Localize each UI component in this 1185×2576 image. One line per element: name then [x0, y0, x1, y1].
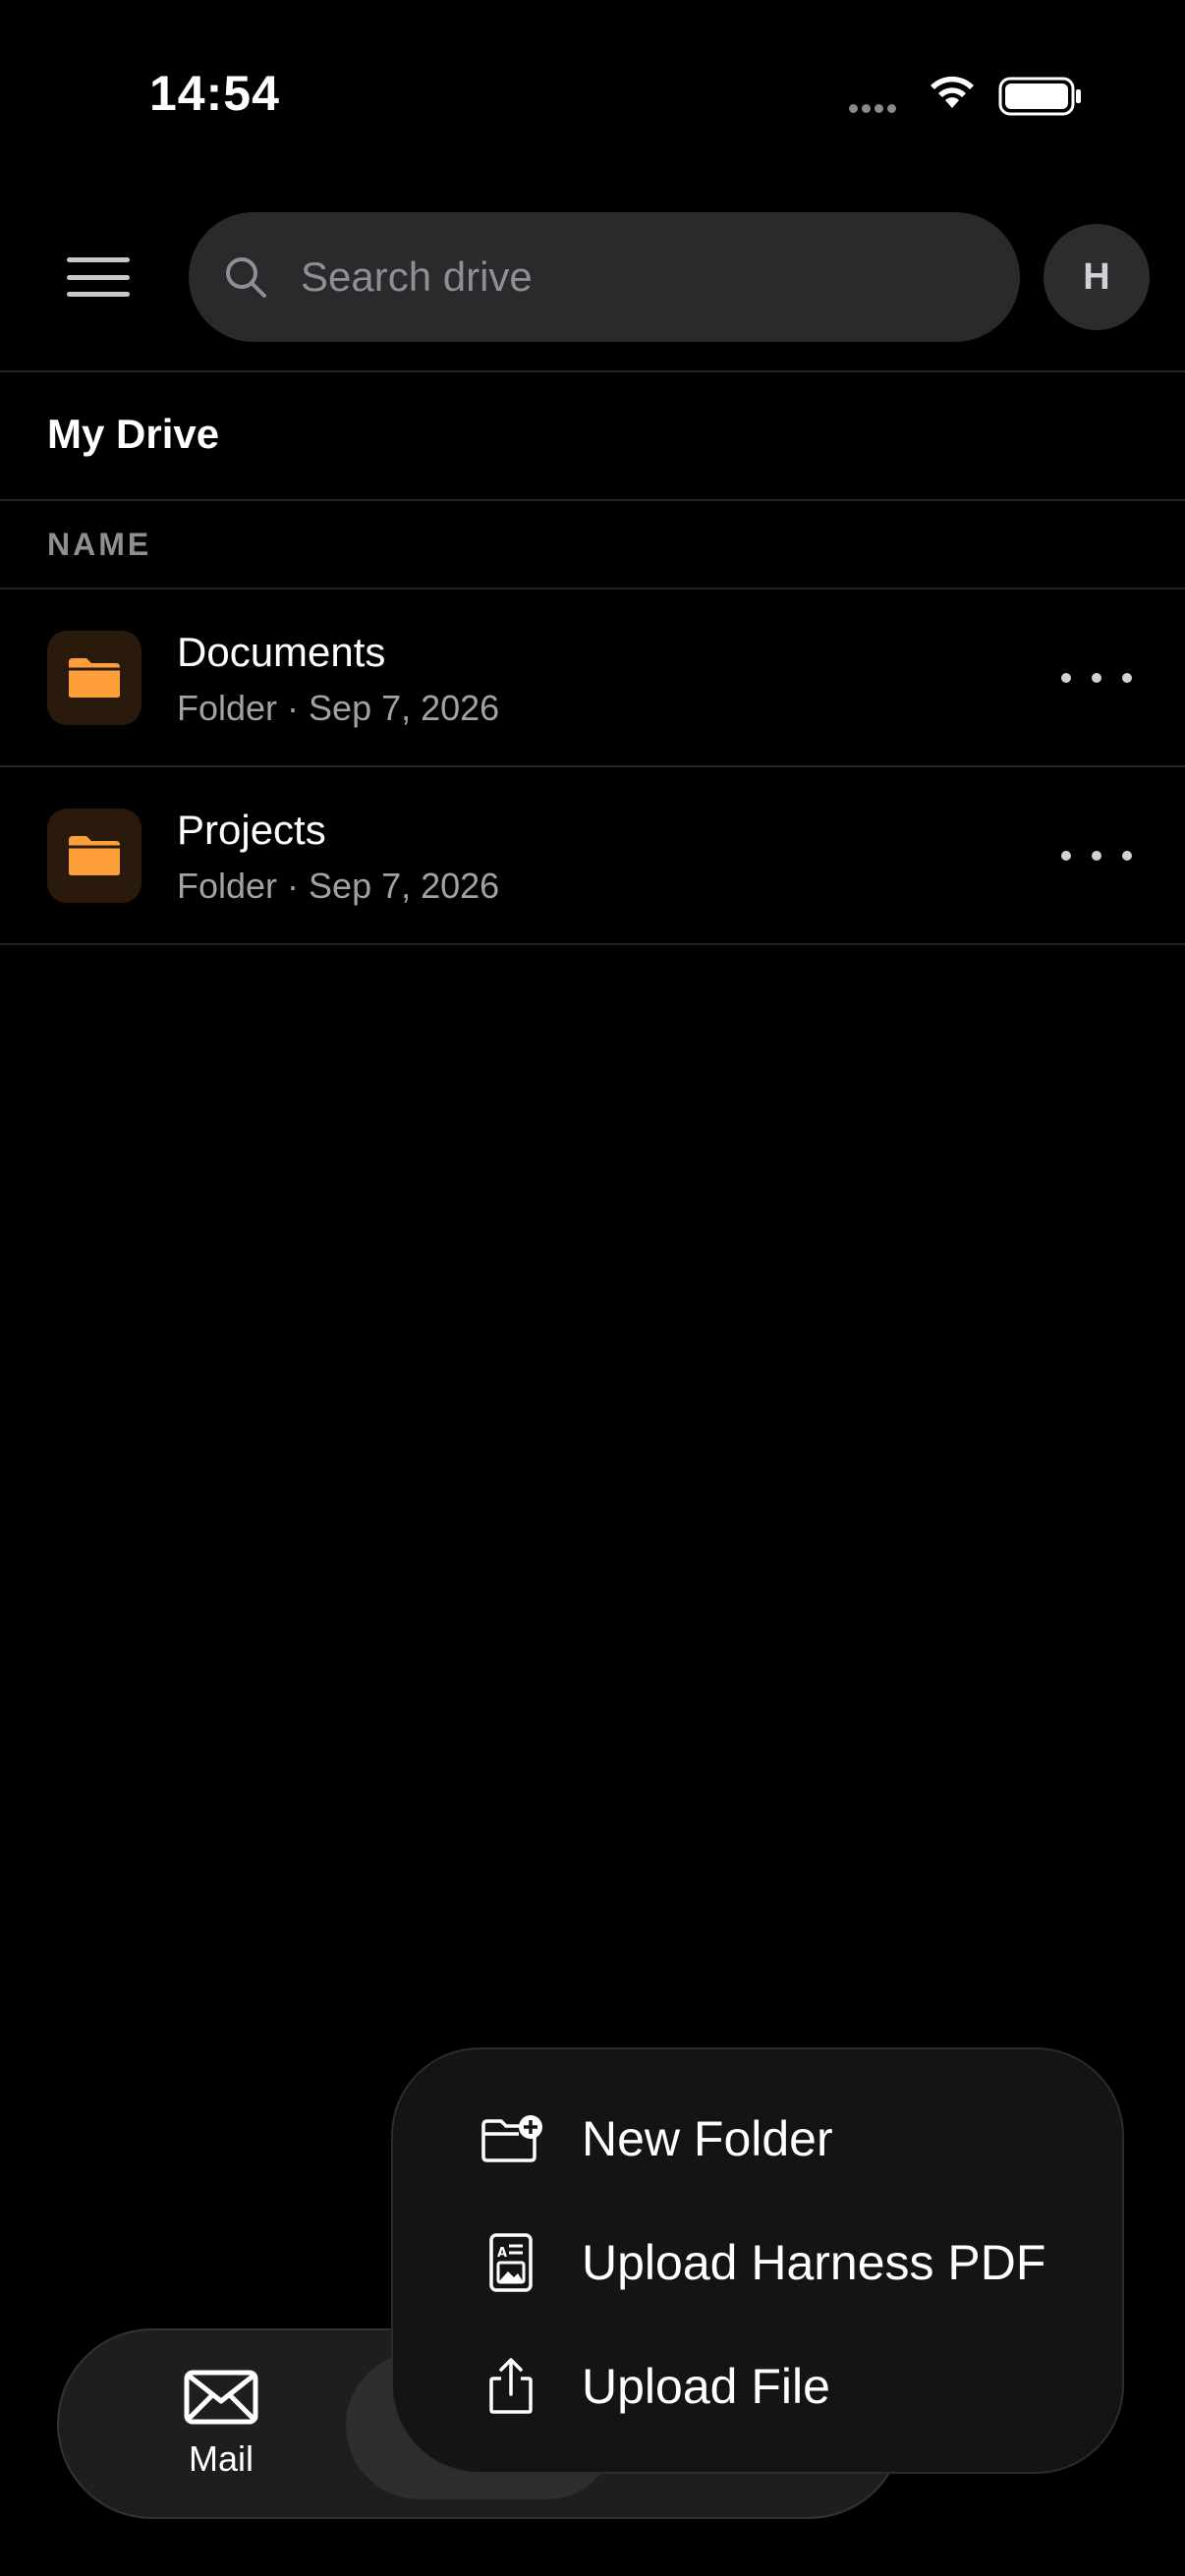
- list-item[interactable]: Projects Folder · Sep 7, 2026: [0, 767, 1185, 944]
- svg-text:A: A: [497, 2246, 507, 2261]
- folder-icon: [47, 809, 141, 903]
- battery-icon: [998, 77, 1081, 116]
- folder-plus-icon: [481, 2115, 542, 2162]
- list-item[interactable]: Documents Folder · Sep 7, 2026: [0, 589, 1185, 766]
- file-name: Documents: [177, 629, 386, 675]
- search-icon: [226, 257, 266, 298]
- file-meta: Folder · Sep 7, 2026: [177, 866, 500, 906]
- more-options-icon[interactable]: [1061, 660, 1132, 696]
- column-header-name[interactable]: NAME: [47, 527, 151, 563]
- folder-icon: [47, 631, 141, 725]
- file-meta: Folder · Sep 7, 2026: [177, 688, 500, 728]
- breadcrumb-divider: [0, 499, 1185, 501]
- drive-screen: 14:54 Search drive H My Drive NAME Docum…: [0, 0, 1185, 2576]
- menu-item-upload-harness-pdf[interactable]: A Upload Harness PDF: [480, 2218, 1045, 2307]
- menu-item-label: Upload File: [582, 2359, 830, 2414]
- page-title: My Drive: [47, 411, 220, 457]
- file-name: Projects: [177, 807, 326, 853]
- menu-item-new-folder[interactable]: New Folder: [480, 2095, 833, 2183]
- status-time: 14:54: [149, 66, 280, 121]
- search-placeholder: Search drive: [301, 253, 533, 300]
- menu-item-upload-file[interactable]: Upload File: [480, 2342, 830, 2431]
- signal-dots-icon: [849, 104, 896, 113]
- header-divider: [0, 370, 1185, 372]
- share-upload-icon: [489, 2358, 533, 2414]
- hamburger-menu-icon[interactable]: [67, 257, 130, 297]
- search-input[interactable]: Search drive: [189, 212, 1020, 342]
- avatar[interactable]: H: [1044, 224, 1150, 330]
- menu-item-label: New Folder: [582, 2111, 833, 2166]
- envelope-icon: [184, 2370, 258, 2425]
- menu-item-label: Upload Harness PDF: [582, 2235, 1046, 2290]
- wifi-icon: [931, 76, 974, 108]
- create-menu-popup: New Folder A Upload Harness PDF Upload F…: [391, 2047, 1124, 2474]
- document-image-icon: A: [489, 2233, 533, 2292]
- tab-mail-label: Mail: [188, 2438, 254, 2479]
- row-divider: [0, 943, 1185, 945]
- tab-mail[interactable]: Mail: [177, 2370, 265, 2480]
- more-options-icon[interactable]: [1061, 838, 1132, 873]
